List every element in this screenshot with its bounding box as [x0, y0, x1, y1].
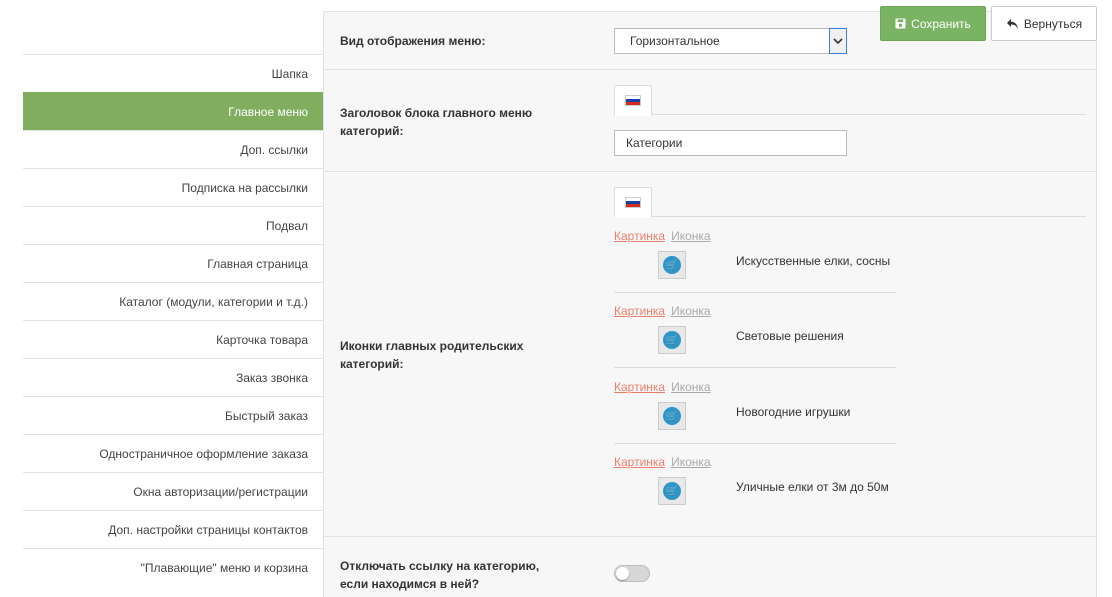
picture-link[interactable]: Картинка	[614, 229, 665, 243]
parent-icons-row: Иконки главных родительских категорий: К…	[324, 172, 1096, 537]
block-title-row: Заголовок блока главного меню категорий:…	[324, 70, 1096, 172]
category-icon-item: Картинка Иконка 🛒 Новогодние игрушки	[614, 378, 896, 444]
chevron-down-icon[interactable]	[829, 28, 847, 54]
settings-sidebar: Шапка Главное меню Доп. ссылки Подписка …	[23, 54, 323, 586]
category-name: Искусственные елки, сосны	[736, 254, 891, 268]
sidebar-item-header[interactable]: Шапка	[23, 54, 323, 92]
sidebar-item-catalog[interactable]: Каталог (модули, категории и т.д.)	[23, 282, 323, 320]
icon-link[interactable]: Иконка	[671, 304, 711, 318]
category-icon-item: Картинка Иконка 🛒 Искусственные елки, сос…	[614, 227, 896, 293]
cart-icon: 🛒	[663, 482, 681, 500]
icon-link[interactable]: Иконка	[671, 455, 711, 469]
settings-panel: Вид отображения меню: Горизонтальное Заг…	[323, 11, 1097, 597]
menu-view-label: Вид отображения меню:	[340, 34, 486, 48]
sidebar-item-home-page[interactable]: Главная страница	[23, 244, 323, 282]
block-title-input[interactable]: Категории	[614, 130, 847, 156]
cart-icon: 🛒	[663, 407, 681, 425]
menu-view-select[interactable]: Горизонтальное	[614, 28, 847, 54]
picture-link[interactable]: Картинка	[614, 304, 665, 318]
category-name: Уличные елки от 3м до 50м	[736, 480, 889, 494]
block-title-language-tabs	[614, 85, 1086, 116]
picture-link[interactable]: Картинка	[614, 380, 665, 394]
tab-language-ru[interactable]	[614, 85, 652, 116]
back-button-label: Вернуться	[1023, 16, 1083, 31]
floppy-disk-icon	[895, 18, 906, 29]
block-title-label: Заголовок блока главного меню категорий:	[340, 106, 533, 138]
cart-icon: 🛒	[663, 331, 681, 349]
sidebar-item-product-card[interactable]: Карточка товара	[23, 320, 323, 358]
back-button[interactable]: Вернуться	[991, 6, 1097, 41]
category-image-thumb[interactable]: 🛒	[658, 326, 686, 354]
sidebar-item-quick-order[interactable]: Быстрый заказ	[23, 396, 323, 434]
parent-icons-label: Иконки главных родительских категорий:	[340, 339, 524, 371]
sidebar-item-auth-windows[interactable]: Окна авторизации/регистрации	[23, 472, 323, 510]
category-icon-item: Картинка Иконка 🛒 Уличные елки от 3м до 5…	[614, 453, 896, 507]
sidebar-item-floating-menu[interactable]: "Плавающие" меню и корзина	[23, 548, 323, 586]
sidebar-item-one-page-checkout[interactable]: Одностраничное оформление заказа	[23, 434, 323, 472]
category-name: Новогодние игрушки	[736, 405, 851, 419]
sidebar-item-main-menu[interactable]: Главное меню	[23, 92, 323, 130]
russia-flag-icon	[625, 197, 641, 208]
sidebar-item-footer[interactable]: Подвал	[23, 206, 323, 244]
undo-arrow-icon	[1006, 18, 1018, 29]
disable-link-label: Отключать ссылку на категорию, если нахо…	[340, 559, 540, 591]
sidebar-item-contacts-settings[interactable]: Доп. настройки страницы контактов	[23, 510, 323, 548]
russia-flag-icon	[625, 95, 641, 106]
category-image-thumb[interactable]: 🛒	[658, 402, 686, 430]
sidebar-item-extra-links[interactable]: Доп. ссылки	[23, 130, 323, 168]
icon-link[interactable]: Иконка	[671, 229, 711, 243]
sidebar-item-newsletter[interactable]: Подписка на рассылки	[23, 168, 323, 206]
cart-icon: 🛒	[663, 256, 681, 274]
category-icon-item: Картинка Иконка 🛒 Световые решения	[614, 302, 896, 368]
category-name: Световые решения	[736, 329, 844, 343]
icon-link[interactable]: Иконка	[671, 380, 711, 394]
sidebar-item-callback[interactable]: Заказ звонка	[23, 358, 323, 396]
disable-link-toggle[interactable]	[614, 565, 650, 582]
category-image-thumb[interactable]: 🛒	[658, 477, 686, 505]
tab-language-ru[interactable]	[614, 187, 652, 218]
save-button-label: Сохранить	[911, 16, 971, 31]
disable-link-row: Отключать ссылку на категорию, если нахо…	[324, 537, 1096, 597]
save-button[interactable]: Сохранить	[880, 6, 986, 41]
parent-icons-language-tabs	[614, 187, 1086, 218]
picture-link[interactable]: Картинка	[614, 455, 665, 469]
category-image-thumb[interactable]: 🛒	[658, 251, 686, 279]
menu-view-value: Горизонтальное	[630, 34, 720, 48]
